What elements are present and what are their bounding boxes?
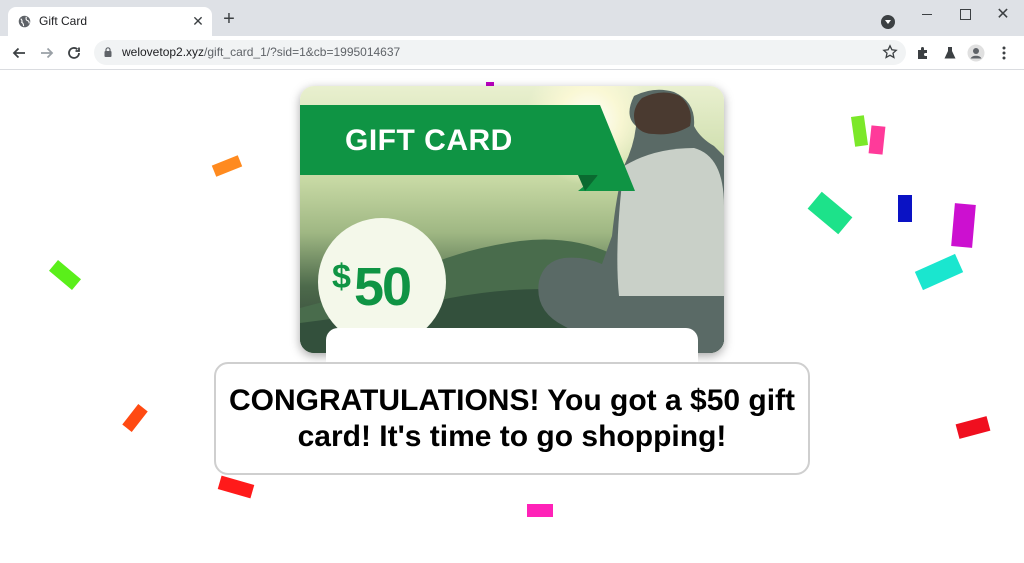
- arrow-right-icon[interactable]: [36, 42, 58, 64]
- address-bar[interactable]: welovetop2.xyz/gift_card_1/?sid=1&cb=199…: [94, 40, 906, 65]
- url-domain: welovetop2.xyz: [122, 45, 205, 59]
- puzzle-icon[interactable]: [914, 44, 932, 62]
- confetti-piece: [527, 504, 553, 517]
- confetti-piece: [951, 203, 976, 248]
- globe-icon: [18, 15, 31, 28]
- minimize-button[interactable]: [912, 5, 942, 23]
- confetti-piece: [49, 259, 81, 291]
- confetti-piece: [217, 475, 255, 499]
- confetti-piece: [211, 155, 243, 177]
- url-text[interactable]: welovetop2.xyz/gift_card_1/?sid=1&cb=199…: [122, 45, 400, 59]
- banner-text: GIFT CARD: [345, 124, 513, 157]
- browser-toolbar: welovetop2.xyz/gift_card_1/?sid=1&cb=199…: [0, 36, 1024, 70]
- browser-tab[interactable]: Gift Card ✕: [8, 7, 212, 36]
- congratulations-box: CONGRATULATIONS! You got a $50 gift card…: [214, 362, 810, 475]
- confetti-piece: [122, 404, 148, 432]
- arrow-left-icon[interactable]: [8, 42, 30, 64]
- confetti-piece: [807, 191, 853, 235]
- currency-symbol: $: [332, 258, 351, 296]
- page-content: GIFT CARD $ 50 CONGRATULATIONS! You got …: [0, 70, 1024, 563]
- confetti-piece: [955, 416, 991, 439]
- tab-title: Gift Card: [39, 14, 88, 28]
- person-icon[interactable]: [967, 44, 985, 62]
- kebab-menu-icon[interactable]: [995, 44, 1013, 62]
- star-icon[interactable]: [882, 44, 898, 60]
- plus-icon[interactable]: +: [220, 9, 238, 29]
- reload-icon[interactable]: [63, 42, 85, 64]
- gift-amount: 50: [354, 257, 412, 317]
- window-close-button[interactable]: ✕: [988, 5, 1018, 23]
- tab-strip: Gift Card ✕ + ✕: [0, 0, 1024, 36]
- confetti-piece: [914, 253, 964, 291]
- url-path: /gift_card_1/?sid=1&cb=1995014637: [204, 45, 401, 59]
- lock-icon[interactable]: [104, 47, 112, 57]
- confetti-piece: [868, 125, 886, 155]
- chevron-down-icon[interactable]: [881, 15, 895, 29]
- confetti-piece: [850, 115, 869, 147]
- confetti-piece: [898, 195, 912, 222]
- gift-card-image: GIFT CARD $ 50: [300, 86, 724, 353]
- close-icon[interactable]: ✕: [190, 13, 206, 29]
- maximize-button[interactable]: [950, 5, 980, 23]
- flask-icon[interactable]: [941, 44, 959, 62]
- congratulations-message: CONGRATULATIONS! You got a $50 gift card…: [228, 383, 796, 453]
